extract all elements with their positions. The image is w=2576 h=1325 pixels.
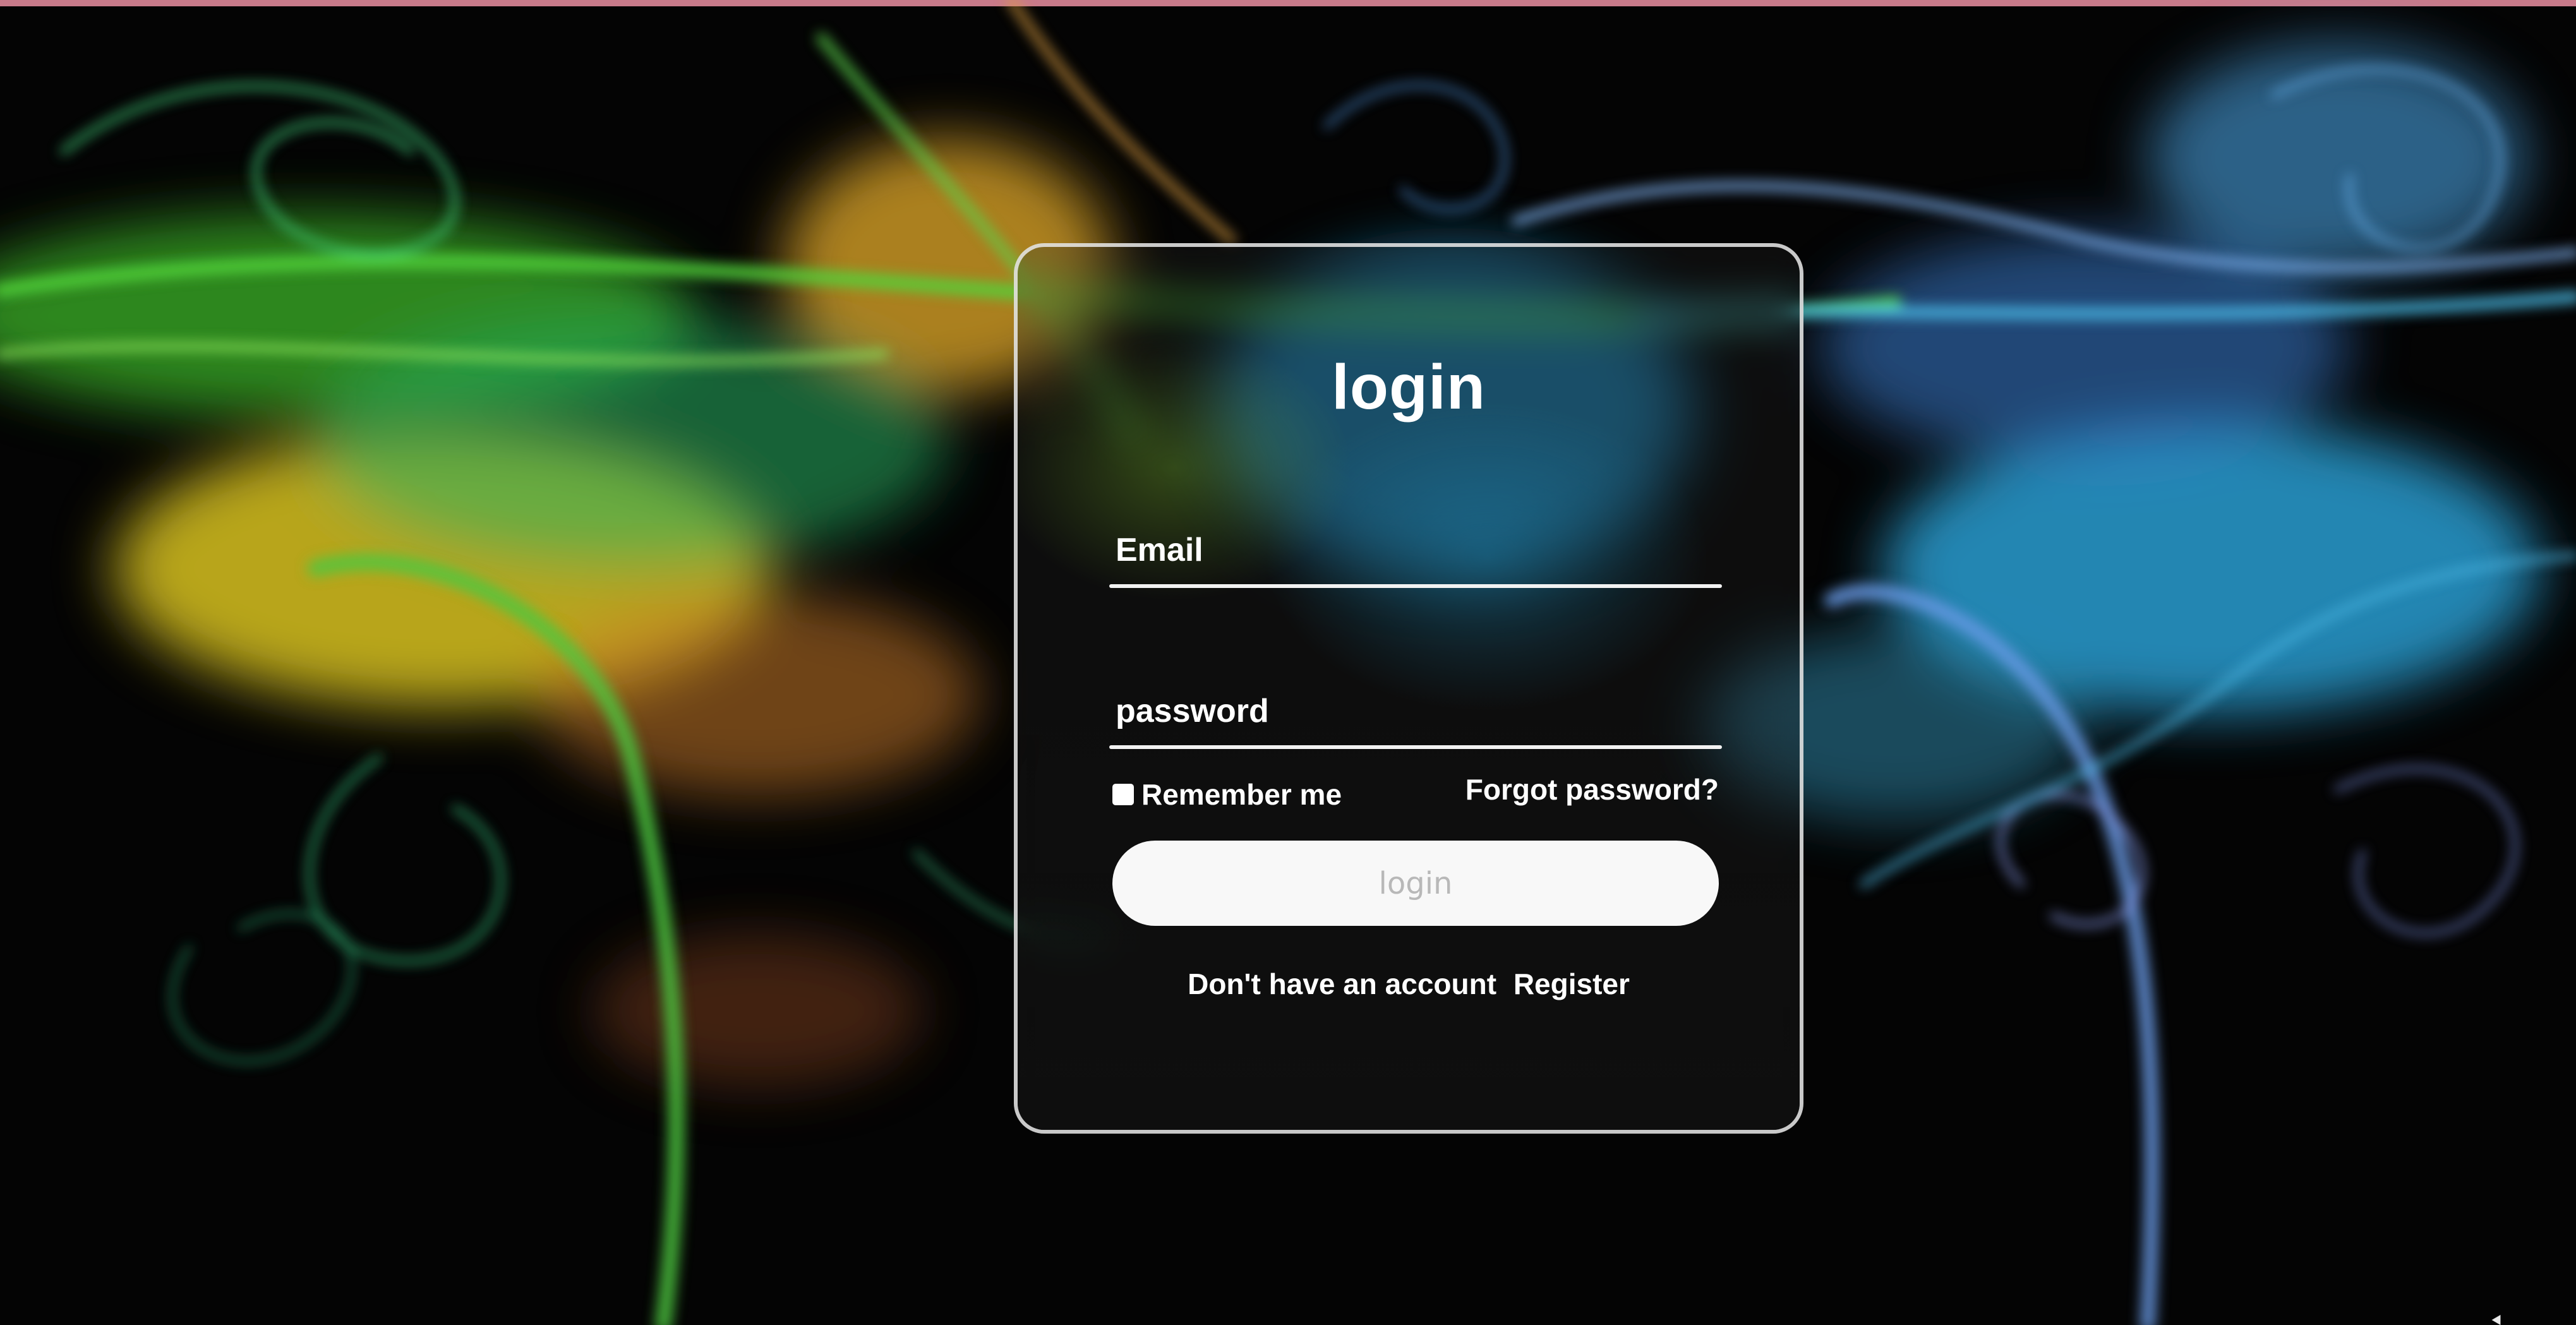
register-prompt: Don't have an account Register: [1018, 967, 1800, 1001]
password-field[interactable]: [1109, 673, 1722, 749]
login-button[interactable]: login: [1112, 841, 1719, 926]
email-field[interactable]: [1109, 512, 1722, 588]
remember-me-checkbox[interactable]: Remember me: [1112, 777, 1342, 812]
register-link[interactable]: Register: [1514, 968, 1630, 1000]
email-input[interactable]: [1109, 512, 1722, 588]
checkbox-icon[interactable]: [1112, 784, 1134, 805]
login-page: login Remember me Forgot password? login…: [0, 0, 2576, 1325]
login-card: login Remember me Forgot password? login…: [1014, 243, 1803, 1134]
register-prompt-text: Don't have an account: [1188, 968, 1497, 1000]
email-underline: [1109, 584, 1722, 588]
login-title: login: [1332, 352, 1486, 423]
remember-me-label: Remember me: [1141, 778, 1342, 811]
forgot-password-link[interactable]: Forgot password?: [1466, 772, 1719, 806]
password-input[interactable]: [1109, 673, 1722, 749]
password-underline: [1109, 745, 1722, 749]
login-options-row: Remember me Forgot password?: [1112, 773, 1719, 822]
